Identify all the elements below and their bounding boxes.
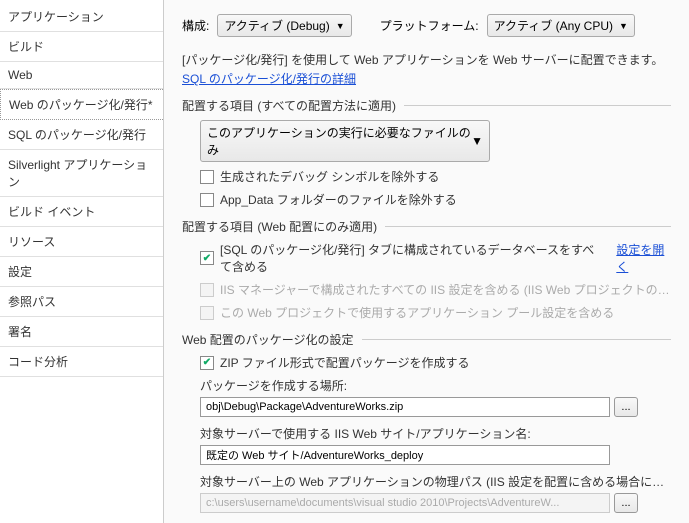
config-value: アクティブ (Debug) xyxy=(224,17,329,34)
sidebar: アプリケーション ビルド Web Web のパッケージ化/発行* SQL のパッ… xyxy=(0,0,164,523)
config-label: 構成: xyxy=(182,17,209,34)
sidebar-item-code-analysis[interactable]: コード分析 xyxy=(0,347,163,377)
sidebar-item-web[interactable]: Web xyxy=(0,62,163,89)
physical-path-label: 対象サーバー上の Web アプリケーションの物理パス (IIS 設定を配置に含め… xyxy=(200,473,671,490)
zip-package-checkbox[interactable] xyxy=(200,356,214,370)
section2-title: 配置する項目 (Web 配置にのみ適用) xyxy=(182,218,671,235)
exclude-debug-checkbox[interactable] xyxy=(200,170,214,184)
deploy-files-value: このアプリケーションの実行に必要なファイルのみ xyxy=(207,124,471,158)
open-settings-link[interactable]: 設定を開く xyxy=(616,241,671,275)
include-db-label: [SQL のパッケージ化/発行] タブに構成されているデータベースをすべて含める xyxy=(220,241,604,275)
iis-site-label: 対象サーバーで使用する IIS Web サイト/アプリケーション名: xyxy=(200,425,671,442)
sidebar-item-silverlight[interactable]: Silverlight アプリケーション xyxy=(0,150,163,197)
zip-package-label: ZIP ファイル形式で配置パッケージを作成する xyxy=(220,354,470,371)
include-apppool-label: この Web プロジェクトで使用するアプリケーション プール設定を含める xyxy=(220,304,614,321)
sidebar-item-build[interactable]: ビルド xyxy=(0,32,163,62)
include-db-checkbox[interactable] xyxy=(200,251,214,265)
package-location-input[interactable] xyxy=(200,397,610,417)
deploy-files-dropdown[interactable]: このアプリケーションの実行に必要なファイルのみ ▼ xyxy=(200,120,490,162)
config-row: 構成: アクティブ (Debug) ▼ プラットフォーム: アクティブ (Any… xyxy=(182,14,671,37)
sidebar-item-signing[interactable]: 署名 xyxy=(0,317,163,347)
chevron-down-icon: ▼ xyxy=(619,21,628,31)
include-iis-label: IIS マネージャーで構成されたすべての IIS 設定を含める (IIS Web… xyxy=(220,281,671,298)
exclude-appdata-label: App_Data フォルダーのファイルを除外する xyxy=(220,191,457,208)
iis-site-input[interactable] xyxy=(200,445,610,465)
package-location-label: パッケージを作成する場所: xyxy=(200,377,671,394)
browse-physpath-button[interactable]: ... xyxy=(614,493,638,513)
sidebar-item-reference-paths[interactable]: 参照パス xyxy=(0,287,163,317)
intro-text: [パッケージ化/発行] を使用して Web アプリケーションを Web サーバー… xyxy=(182,51,671,68)
include-apppool-checkbox xyxy=(200,306,214,320)
sidebar-item-package-sql[interactable]: SQL のパッケージ化/発行 xyxy=(0,120,163,150)
browse-location-button[interactable]: ... xyxy=(614,397,638,417)
physical-path-input xyxy=(200,493,610,513)
sidebar-item-resources[interactable]: リソース xyxy=(0,227,163,257)
sql-details-link[interactable]: SQL のパッケージ化/発行の詳細 xyxy=(182,72,356,86)
chevron-down-icon: ▼ xyxy=(336,21,345,31)
main-panel: 構成: アクティブ (Debug) ▼ プラットフォーム: アクティブ (Any… xyxy=(164,0,689,523)
platform-value: アクティブ (Any CPU) xyxy=(494,17,613,34)
sidebar-item-settings[interactable]: 設定 xyxy=(0,257,163,287)
section1-title: 配置する項目 (すべての配置方法に適用) xyxy=(182,97,671,114)
sidebar-item-package-web[interactable]: Web のパッケージ化/発行* xyxy=(0,89,163,120)
chevron-down-icon: ▼ xyxy=(471,134,483,148)
section3-title: Web 配置のパッケージ化の設定 xyxy=(182,331,671,348)
sidebar-item-build-events[interactable]: ビルド イベント xyxy=(0,197,163,227)
platform-dropdown[interactable]: アクティブ (Any CPU) ▼ xyxy=(487,14,635,37)
include-iis-checkbox xyxy=(200,283,214,297)
sidebar-item-application[interactable]: アプリケーション xyxy=(0,2,163,32)
exclude-appdata-checkbox[interactable] xyxy=(200,193,214,207)
platform-label: プラットフォーム: xyxy=(380,17,479,34)
exclude-debug-label: 生成されたデバッグ シンボルを除外する xyxy=(220,168,439,185)
config-dropdown[interactable]: アクティブ (Debug) ▼ xyxy=(217,14,351,37)
